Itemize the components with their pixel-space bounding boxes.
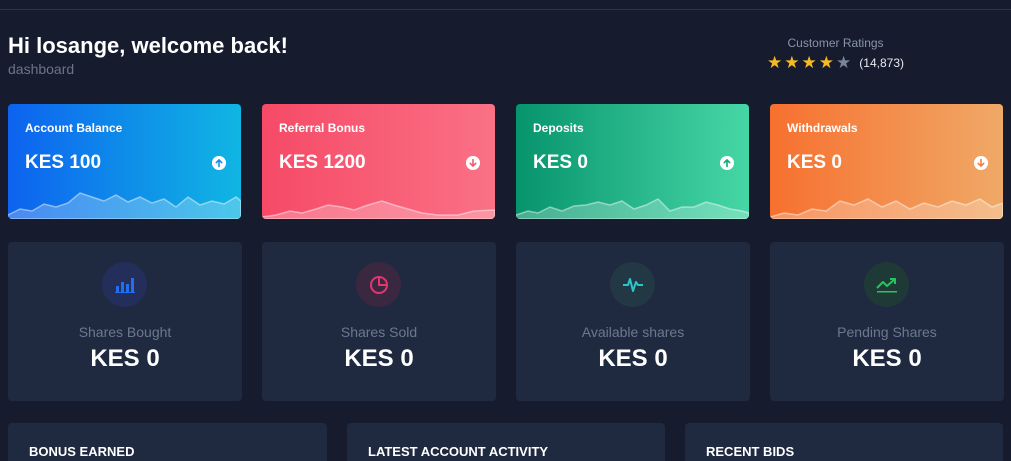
card-value: KES 1200 [279, 152, 366, 173]
sparkline [262, 200, 495, 219]
page-title: Hi losange, welcome back! [8, 33, 288, 58]
activity-pulse-icon [610, 262, 655, 307]
withdrawals-card[interactable]: Withdrawals KES 0 [770, 104, 1003, 219]
star-icon: ★ [767, 53, 783, 72]
share-value: KES 0 [344, 345, 414, 372]
share-value: KES 0 [90, 345, 160, 372]
up-arrow-icon[interactable] [212, 156, 226, 170]
page-subtitle: dashboard [8, 61, 75, 77]
card-value: KES 100 [25, 152, 102, 173]
trending-up-icon [864, 262, 909, 307]
panel-title: BONUS EARNED [29, 444, 135, 459]
card-label: Account Balance [25, 121, 123, 135]
share-value: KES 0 [598, 345, 668, 372]
card-label: Referral Bonus [279, 121, 366, 135]
pie-chart-icon [356, 262, 401, 307]
panel-title: LATEST ACCOUNT ACTIVITY [368, 444, 549, 459]
card-value: KES 0 [533, 152, 588, 173]
card-label: Withdrawals [787, 121, 858, 135]
customer-ratings: Customer Ratings ★ ★ ★ ★ ★ (14,873) [767, 36, 904, 71]
share-value: KES 0 [852, 345, 922, 372]
panel-title: RECENT BIDS [706, 444, 795, 459]
account-balance-card[interactable]: Account Balance KES 100 [8, 104, 241, 219]
ratings-label: Customer Ratings [787, 36, 884, 50]
star-icon: ★ [801, 53, 817, 72]
available-shares-card: Available shares KES 0 [516, 242, 750, 401]
card-label: Deposits [533, 121, 584, 135]
share-label: Pending Shares [837, 324, 937, 340]
ratings-count: (14,873) [859, 55, 904, 70]
down-arrow-icon[interactable] [466, 156, 480, 170]
ratings-row: ★ ★ ★ ★ ★ (14,873) [767, 54, 904, 71]
up-arrow-icon[interactable] [720, 156, 734, 170]
down-arrow-icon[interactable] [974, 156, 988, 170]
share-label: Shares Bought [78, 324, 172, 340]
latest-account-activity-panel: LATEST ACCOUNT ACTIVITY [347, 423, 665, 461]
shares-bought-card: Shares Bought KES 0 [8, 242, 242, 401]
pending-shares-card: Pending Shares KES 0 [770, 242, 1004, 401]
referral-bonus-card[interactable]: Referral Bonus KES 1200 [262, 104, 495, 219]
top-navbar [0, 0, 1011, 10]
deposits-card[interactable]: Deposits KES 0 [516, 104, 749, 219]
share-label: Available shares [581, 324, 685, 340]
star-icon: ★ [784, 53, 800, 72]
star-empty-icon: ★ [836, 53, 852, 72]
sparkline [770, 198, 1003, 219]
card-value: KES 0 [787, 152, 842, 173]
sparkline [516, 198, 749, 219]
bonus-earned-panel: BONUS EARNED [8, 423, 327, 461]
sparkline [8, 192, 241, 219]
shares-sold-card: Shares Sold KES 0 [262, 242, 496, 401]
star-icon: ★ [818, 53, 835, 72]
bar-chart-icon [102, 262, 147, 307]
recent-bids-panel: RECENT BIDS [685, 423, 1003, 461]
share-label: Shares Sold [340, 324, 418, 340]
